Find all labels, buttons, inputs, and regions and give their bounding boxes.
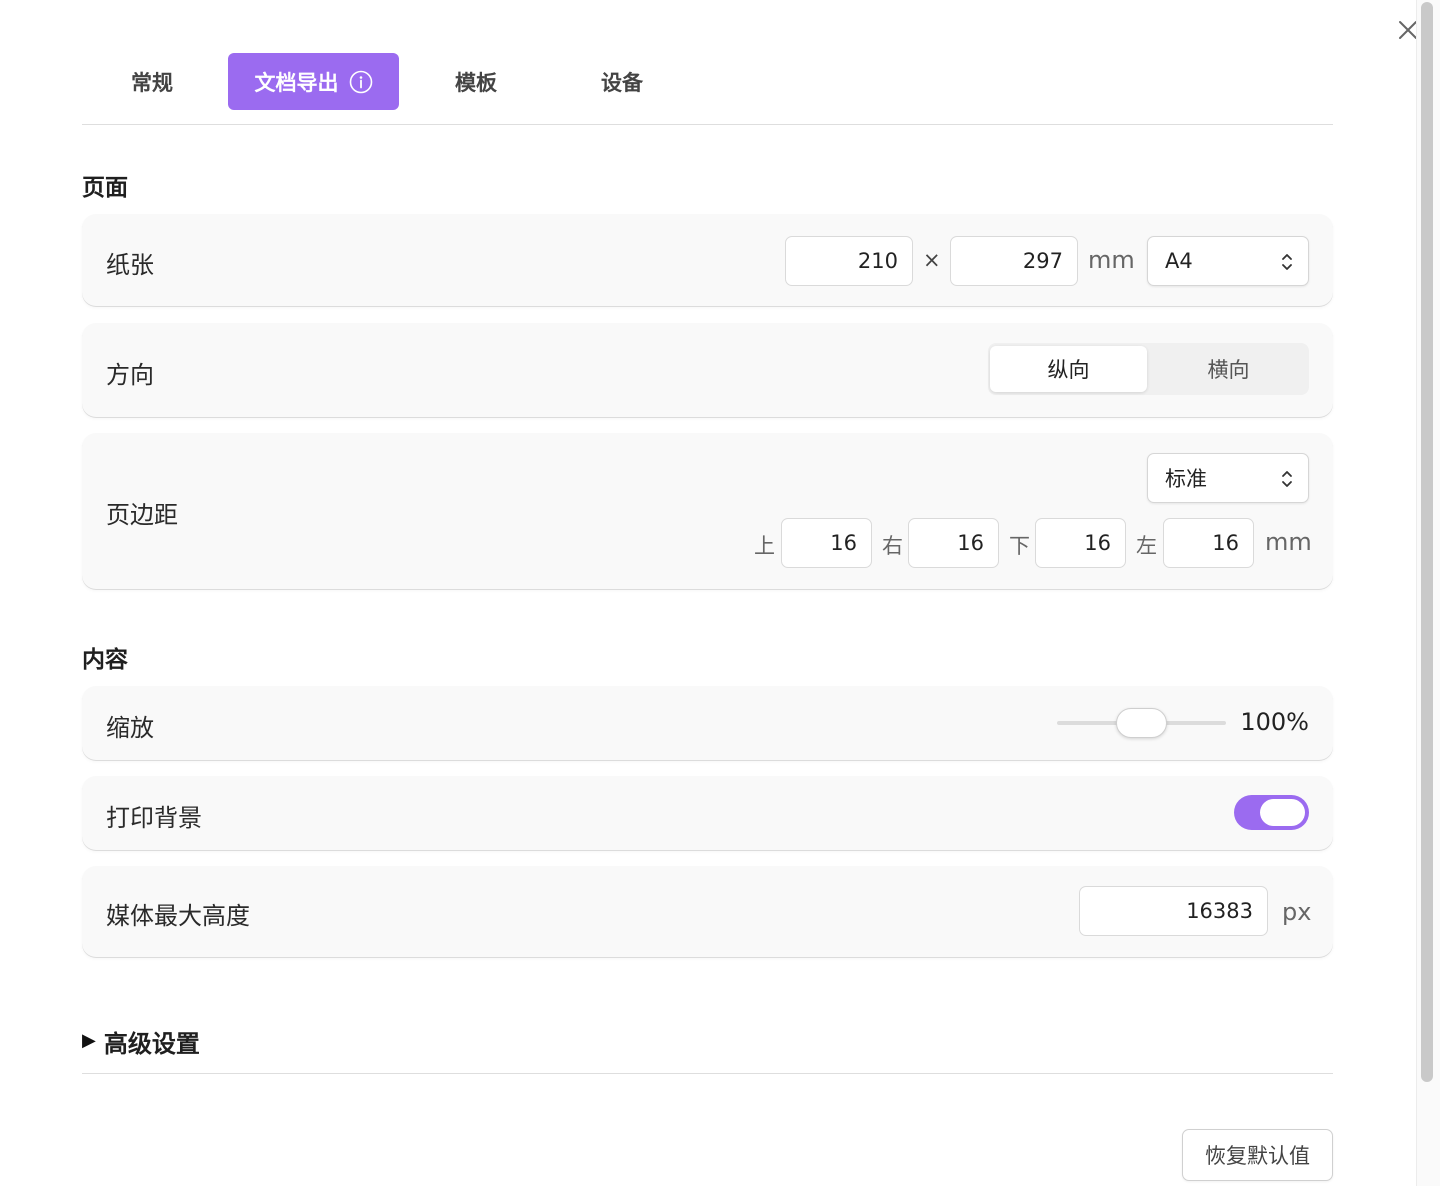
margin-preset-value: 标准: [1165, 467, 1207, 491]
zoom-slider-thumb[interactable]: [1115, 708, 1167, 738]
tab-templates[interactable]: 模板: [426, 53, 526, 110]
print-background-toggle[interactable]: [1234, 795, 1309, 830]
reset-defaults-button[interactable]: 恢复默认值: [1182, 1129, 1333, 1181]
print-background-row: 打印背景: [82, 776, 1333, 850]
section-title-page: 页面: [82, 175, 128, 201]
print-background-label: 打印背景: [106, 804, 202, 832]
media-max-height-unit: px: [1282, 898, 1312, 926]
advanced-settings-label: 高级设置: [103, 1030, 200, 1058]
margins-label: 页边距: [106, 501, 178, 529]
orientation-landscape-option[interactable]: 横向: [1150, 346, 1307, 392]
margin-bottom-label: 下: [1009, 534, 1030, 558]
margin-right-input[interactable]: 16: [908, 518, 999, 568]
section-title-content: 内容: [82, 647, 128, 673]
margin-top-input[interactable]: 16: [781, 518, 872, 568]
tab-bar: 常规 文档导出 模板 设备: [82, 52, 1333, 125]
scrollbar[interactable]: [1416, 0, 1440, 1186]
zoom-value: 100%: [1240, 708, 1309, 736]
orientation-segmented-control: 纵向 横向: [988, 343, 1309, 395]
orientation-label: 方向: [106, 361, 154, 389]
chevron-up-down-icon: [1280, 251, 1294, 278]
margin-left-input[interactable]: 16: [1163, 518, 1254, 568]
media-max-height-row: 媒体最大高度 16383 px: [82, 866, 1333, 957]
tab-label: 文档导出: [254, 70, 339, 95]
margins-row: 页边距 标准 上 16 右 16 下 16 左 16 mm: [82, 433, 1333, 589]
tab-label: 常规: [131, 70, 173, 95]
zoom-label: 缩放: [106, 714, 154, 742]
paper-size-select[interactable]: A4: [1147, 236, 1309, 286]
tab-label: 模板: [455, 70, 497, 95]
advanced-settings-toggle[interactable]: ▶ 高级设置: [82, 1024, 1333, 1074]
orientation-row: 方向 纵向 横向: [82, 323, 1333, 417]
zoom-row: 缩放 100%: [82, 686, 1333, 760]
margin-left-label: 左: [1136, 534, 1157, 558]
tab-document-export[interactable]: 文档导出: [228, 53, 399, 110]
tab-general[interactable]: 常规: [104, 53, 200, 110]
orientation-portrait-option[interactable]: 纵向: [990, 346, 1147, 392]
paper-row: 纸张 210 × 297 mm A4: [82, 214, 1333, 306]
scrollbar-thumb[interactable]: [1421, 2, 1433, 1082]
paper-width-input[interactable]: 210: [785, 236, 913, 286]
media-max-height-input[interactable]: 16383: [1079, 886, 1268, 936]
paper-unit: mm: [1088, 246, 1135, 274]
margin-bottom-input[interactable]: 16: [1035, 518, 1126, 568]
tab-label: 设备: [601, 70, 643, 95]
info-icon[interactable]: [349, 70, 373, 94]
reset-defaults-label: 恢复默认值: [1205, 1144, 1310, 1168]
chevron-up-down-icon: [1280, 468, 1294, 495]
media-max-height-label: 媒体最大高度: [106, 902, 250, 930]
times-sign: ×: [923, 248, 941, 272]
margin-unit: mm: [1265, 528, 1312, 556]
margin-top-label: 上: [754, 534, 775, 558]
paper-size-value: A4: [1165, 249, 1193, 273]
paper-height-input[interactable]: 297: [950, 236, 1078, 286]
margin-right-label: 右: [882, 534, 903, 558]
toggle-knob: [1260, 799, 1305, 826]
paper-label: 纸张: [106, 251, 154, 279]
margin-preset-select[interactable]: 标准: [1147, 453, 1309, 503]
tab-devices[interactable]: 设备: [572, 53, 672, 110]
disclosure-triangle-icon: ▶: [82, 1030, 96, 1051]
